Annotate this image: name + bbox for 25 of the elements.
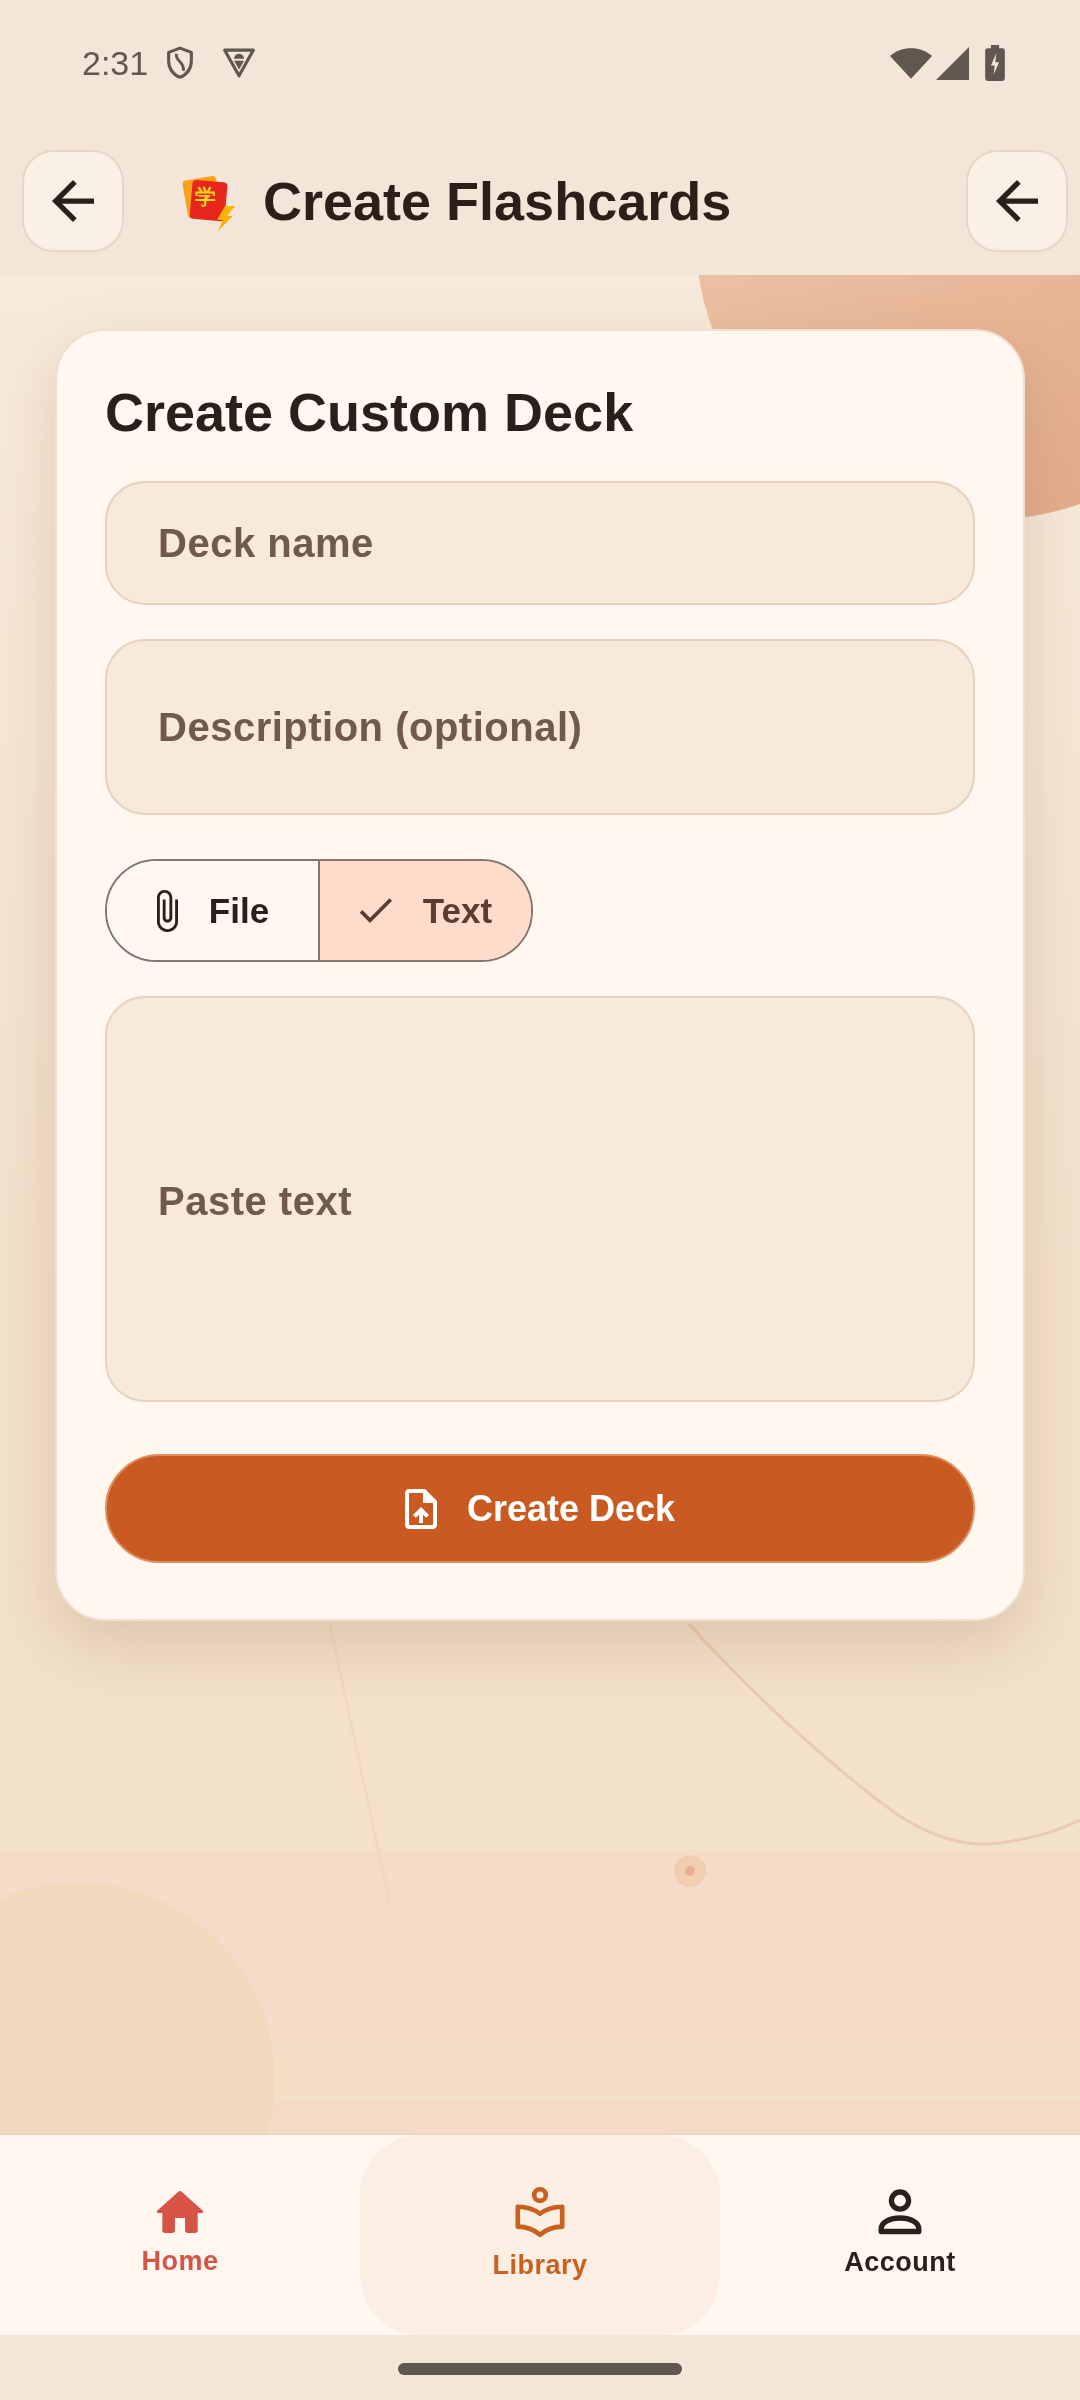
nav-tab[interactable]: Account bbox=[720, 2135, 1080, 2335]
shield-icon bbox=[166, 46, 195, 80]
logo-character: 学 bbox=[195, 186, 216, 208]
toggle-segment[interactable]: Text bbox=[318, 861, 531, 960]
back-button[interactable] bbox=[966, 149, 1068, 252]
arrow-left-icon bbox=[52, 179, 94, 222]
nav-tab[interactable]: Library bbox=[360, 2135, 720, 2335]
signal-icon bbox=[936, 46, 969, 80]
background-dot bbox=[674, 1855, 706, 1887]
deck-name-field[interactable]: Deck name bbox=[105, 481, 975, 605]
paste-text-field[interactable]: Paste text bbox=[105, 996, 975, 1402]
nav-tab[interactable]: Home bbox=[0, 2135, 360, 2335]
file-upload-icon bbox=[404, 1488, 437, 1529]
battery-charging-icon bbox=[985, 45, 1005, 81]
arrow-left-icon bbox=[996, 179, 1038, 222]
status-time: 2:31 bbox=[82, 43, 149, 83]
description-field[interactable]: Description (optional) bbox=[105, 639, 975, 815]
page-title: Create Flashcards bbox=[263, 169, 732, 233]
triangle-icon bbox=[222, 48, 257, 78]
back-button[interactable] bbox=[22, 149, 124, 252]
check-icon bbox=[358, 897, 393, 924]
wifi-icon bbox=[890, 47, 932, 79]
paperclip-icon bbox=[155, 888, 179, 933]
create-deck-button[interactable]: Create Deck bbox=[105, 1454, 975, 1563]
card-title: Create Custom Deck bbox=[105, 381, 635, 443]
